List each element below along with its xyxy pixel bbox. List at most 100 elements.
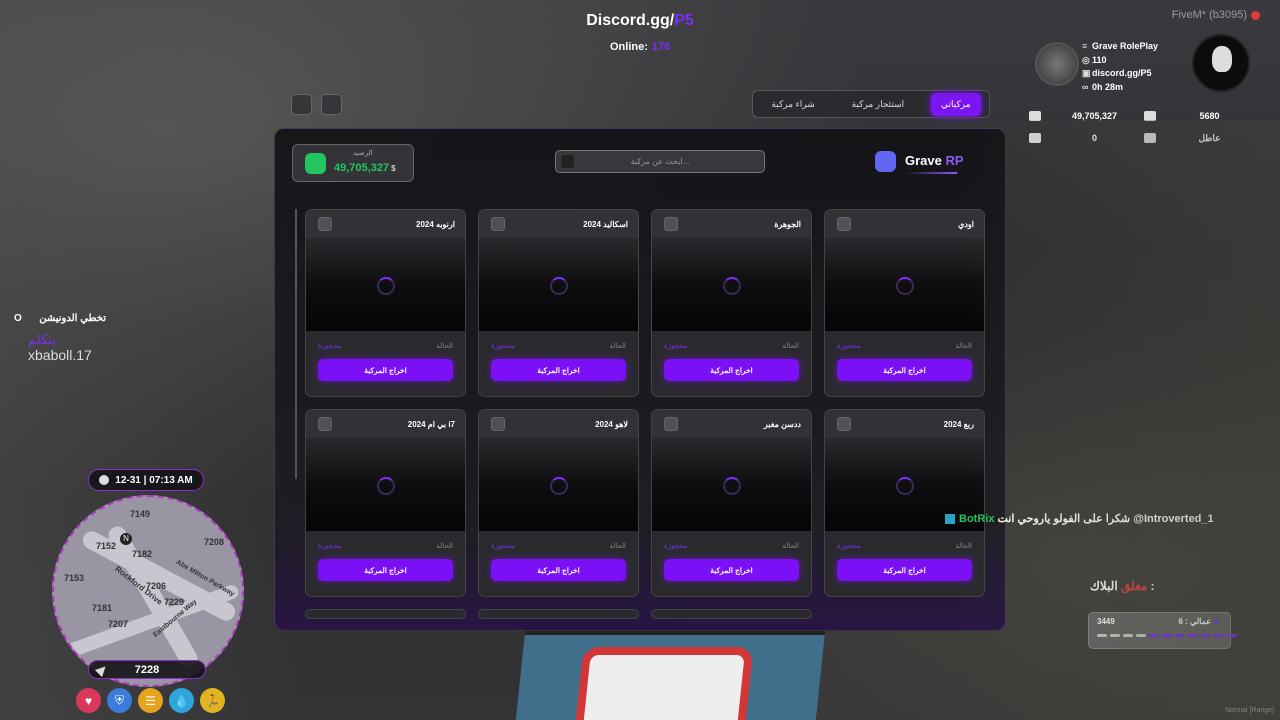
vehicle-status: محجوزة الحالة	[306, 331, 465, 350]
online-count: Online: 176	[610, 41, 670, 53]
discord-icon: ▣	[1082, 68, 1091, 78]
take-out-vehicle-button[interactable]: اخراج المركبة	[837, 359, 972, 381]
vehicle-status: محجوزة الحالة	[652, 331, 811, 350]
vehicle-search-input[interactable]: ابحث عن مركبة...	[555, 150, 765, 173]
vehicle-card	[305, 609, 466, 619]
loading-spinner-icon	[377, 277, 395, 295]
server-id-row: ◎ 110	[1082, 54, 1158, 68]
vehicle-status-label: الحالة	[609, 543, 626, 550]
brand-suffix: RP	[945, 153, 964, 168]
vehicle-status-value: محجوزة	[491, 543, 515, 550]
vehicle-image	[306, 438, 465, 531]
map-label: 7208	[204, 537, 225, 547]
vehicle-select-checkbox[interactable]	[318, 417, 332, 431]
street-code: 7228	[88, 660, 206, 679]
vehicle-select-checkbox[interactable]	[664, 417, 678, 431]
map-label: 7181	[92, 603, 113, 613]
scrollbar[interactable]	[295, 209, 297, 479]
vehicle-status-label: الحالة	[782, 543, 799, 550]
vehicle-select-checkbox[interactable]	[491, 417, 505, 431]
date-time: 12-31 | 07:13 AM	[88, 469, 204, 491]
vehicle-card: لاهو 2024 محجوزة الحالة اخراج المركبة	[478, 409, 639, 597]
worker-dot-icon	[1214, 619, 1218, 624]
vehicle-status-label: الحالة	[955, 343, 972, 350]
worker-progress-segment	[1110, 634, 1120, 637]
talking-label: يتكلم	[28, 332, 56, 347]
street-code-value: 7228	[134, 663, 160, 676]
vehicle-select-checkbox[interactable]	[664, 217, 678, 231]
voice-username: xbaboll.17	[28, 347, 92, 363]
server-name: Grave RolePlay	[1092, 41, 1159, 51]
vehicle-status: محجوزة الحالة	[306, 531, 465, 550]
map-label: 7182	[132, 549, 153, 559]
vehicle-status: محجوزة الحالة	[479, 531, 638, 550]
vehicle-card: اسكاليد 2024 محجوزة الحالة اخراج المركبة	[478, 209, 639, 397]
loading-spinner-icon	[723, 277, 741, 295]
vehicle-select-checkbox[interactable]	[318, 217, 332, 231]
minimap: N 7149 7152 7182 7153 7206 7181 7229 720…	[52, 495, 244, 687]
block-value: مغلق	[1121, 579, 1148, 593]
chat-message: BotRix شكرا على الفولو ياروحي انت @Intro…	[945, 512, 1214, 525]
take-out-vehicle-button[interactable]: اخراج المركبة	[491, 359, 626, 381]
tab-rent-vehicle[interactable]: استئجار مركبة	[842, 93, 914, 116]
worker-progress-segment	[1214, 634, 1224, 637]
vehicle-card: الجوهرة محجوزة الحالة اخراج المركبة	[651, 209, 812, 397]
vehicle-status-value: محجوزة	[318, 543, 342, 550]
stats-row-1: 49,705,327 5680	[1025, 105, 1255, 127]
vehicle-image	[479, 438, 638, 531]
workers-box: 3449 عمالي : 6	[1088, 612, 1237, 649]
vehicle-card	[478, 609, 639, 619]
tab-my-vehicles[interactable]: مركباتي	[930, 92, 981, 116]
id-icon: ◎	[1082, 54, 1090, 65]
stamina-icon: 🏃	[200, 688, 225, 713]
panel-minimize-button[interactable]	[321, 94, 342, 115]
take-out-vehicle-button[interactable]: اخراج المركبة	[318, 559, 453, 581]
workers-value: 3449	[1097, 617, 1115, 626]
clock-icon: ∞	[1082, 81, 1089, 92]
workers-progress	[1097, 634, 1237, 637]
vehicle-status-value: محجوزة	[837, 343, 861, 350]
vehicle-card-header: ددسن مغبر	[652, 410, 811, 438]
take-out-vehicle-button[interactable]: اخراج المركبة	[664, 359, 799, 381]
vehicle-card: ددسن مغبر محجوزة الحالة اخراج المركبة	[651, 409, 812, 597]
balance-box: الرصيد 49,705,327 $	[292, 144, 414, 182]
streamer-hint: O تخطي الدونيشن	[14, 313, 106, 324]
vehicle-status-value: محجوزة	[664, 543, 688, 550]
vehicle-image	[479, 238, 638, 331]
server-id: 110	[1092, 54, 1107, 65]
vehicle-status-label: الحالة	[436, 343, 453, 350]
background-truck	[514, 625, 826, 720]
garage-tabs: شراء مركبة استئجار مركبة مركباتي	[752, 90, 990, 118]
panel-close-button[interactable]	[291, 94, 312, 115]
worker-progress-segment	[1162, 634, 1172, 637]
take-out-vehicle-button[interactable]: اخراج المركبة	[664, 559, 799, 581]
chat-source-icon	[945, 514, 955, 525]
id-card-icon	[1144, 111, 1156, 121]
tab-buy-vehicle[interactable]: شراء مركبة	[761, 93, 824, 116]
vehicle-select-checkbox[interactable]	[837, 217, 851, 231]
take-out-vehicle-button[interactable]: اخراج المركبة	[491, 559, 626, 581]
vehicle-status: محجوزة الحالة	[479, 331, 638, 350]
vehicle-name: ارنوبه 2024	[416, 219, 455, 229]
briefcase-icon	[1144, 133, 1156, 143]
search-placeholder: ابحث عن مركبة...	[630, 157, 690, 166]
take-out-vehicle-button[interactable]: اخراج المركبة	[837, 559, 972, 581]
vehicle-name: لاهو 2024	[595, 419, 628, 429]
take-out-vehicle-button[interactable]: اخراج المركبة	[318, 359, 453, 381]
vehicle-select-checkbox[interactable]	[837, 417, 851, 431]
vehicle-status-value: محجوزة	[837, 543, 861, 550]
player-avatar-icon	[1192, 34, 1250, 92]
discord-prefix: Discord.gg/	[586, 12, 675, 29]
vehicle-select-checkbox[interactable]	[491, 217, 505, 231]
bank-icon	[1029, 111, 1041, 121]
chat-user: @Introverted_1	[1133, 513, 1214, 525]
server-time-row: ∞ 0h 28m	[1082, 81, 1158, 95]
server-info-lines: ≡ Grave RolePlay ◎ 110 ▣discord.gg/P5 ∞ 0h …	[1082, 40, 1158, 94]
loading-spinner-icon	[896, 477, 914, 495]
vehicle-card: ارنوبه 2024 محجوزة الحالة اخراج المركبة	[305, 209, 466, 397]
map-label: 7152	[96, 541, 117, 551]
vehicle-image	[825, 438, 984, 531]
vehicle-name: اسكاليد 2024	[583, 219, 628, 229]
id-cell: 5680	[1140, 111, 1255, 121]
vehicle-card-header: لاهو 2024	[479, 410, 638, 438]
